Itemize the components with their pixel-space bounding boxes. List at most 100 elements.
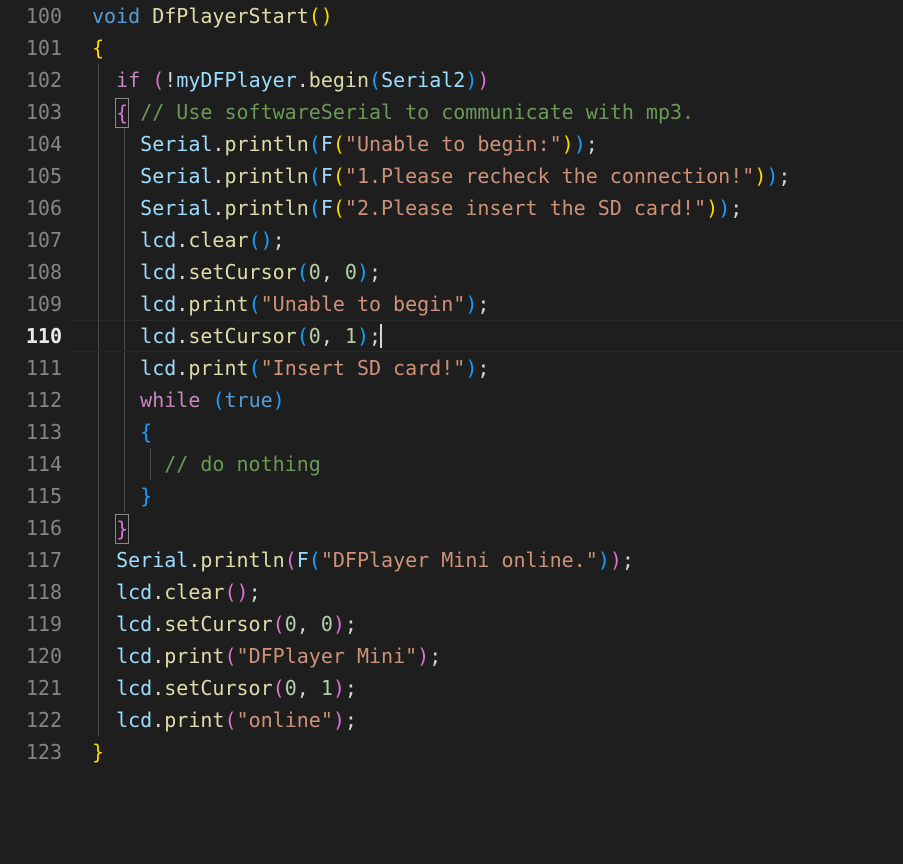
token-number: 0: [320, 612, 333, 636]
token-bracket: ): [356, 324, 369, 348]
token-bracket: ): [477, 68, 490, 92]
code-line[interactable]: 103 { // Use softwareSerial to communica…: [0, 96, 903, 128]
token-variable: lcd: [140, 356, 177, 380]
matching-bracket-close: }: [115, 514, 130, 544]
token-function: begin: [308, 68, 370, 92]
token-function: setCursor: [188, 324, 297, 348]
line-content: Serial.println(F("1.Please recheck the c…: [140, 164, 791, 188]
token-bracket: ): [332, 612, 345, 636]
code-line[interactable]: 113 {: [0, 416, 903, 448]
token-variable: F: [320, 132, 333, 156]
token-variable: Serial: [140, 164, 213, 188]
token-bracket: {: [92, 36, 105, 60]
token-function: print: [188, 292, 249, 316]
line-content: lcd.setCursor(0, 0);: [116, 612, 357, 636]
line-content: { // Use softwareSerial to communicate w…: [92, 96, 694, 128]
line-number: 104: [25, 132, 62, 156]
token-bracket: (: [308, 548, 321, 572]
code-line[interactable]: 120 lcd.print("DFPlayer Mini");: [0, 640, 903, 672]
token-bracket: ): [609, 548, 622, 572]
code-line[interactable]: 101 {: [0, 32, 903, 64]
token-variable: Serial2: [381, 68, 466, 92]
line-number-active: 110: [25, 324, 62, 348]
code-line[interactable]: 123 }: [0, 736, 903, 768]
line-content: void DfPlayerStart(): [92, 0, 333, 32]
line-number: 108: [25, 260, 62, 284]
token-string: "DFPlayer Mini": [236, 644, 418, 668]
line-content: lcd.print("online");: [116, 708, 357, 732]
token-bracket: ): [718, 196, 731, 220]
line-number: 107: [25, 228, 62, 252]
token-string: "Insert SD card!": [260, 356, 466, 380]
code-line[interactable]: 112 while (true): [0, 384, 903, 416]
code-line[interactable]: 100 void DfPlayerStart(): [0, 0, 903, 32]
line-content: // do nothing: [92, 448, 321, 480]
code-line[interactable]: 117 Serial.println(F("DFPlayer Mini onli…: [0, 544, 903, 576]
line-content: {: [92, 416, 152, 448]
code-line[interactable]: 107 lcd.clear();: [0, 224, 903, 256]
code-line[interactable]: 105 Serial.println(F("1.Please recheck t…: [0, 160, 903, 192]
line-number: 103: [25, 100, 62, 124]
token-bracket: (: [296, 260, 309, 284]
line-content: lcd.print("DFPlayer Mini");: [116, 644, 442, 668]
line-number: 112: [25, 388, 62, 412]
token-keyword: void: [92, 4, 141, 28]
line-number: 120: [25, 644, 62, 668]
code-line[interactable]: 109 lcd.print("Unable to begin");: [0, 288, 903, 320]
line-content: lcd.setCursor(0, 1);: [116, 676, 357, 700]
line-content: }: [92, 480, 152, 512]
token-function: setCursor: [164, 612, 273, 636]
code-line[interactable]: 116 }: [0, 512, 903, 544]
token-function: println: [224, 132, 309, 156]
code-line[interactable]: 118 lcd.clear();: [0, 576, 903, 608]
line-number: 114: [25, 452, 62, 476]
token-bracket: ): [597, 548, 610, 572]
line-content: Serial.println(F("Unable to begin:"));: [140, 132, 598, 156]
line-content: lcd.print("Unable to begin");: [140, 292, 490, 316]
token-bracket: ): [465, 356, 478, 380]
code-line[interactable]: 106 Serial.println(F("2.Please insert th…: [0, 192, 903, 224]
code-line[interactable]: 102 if (!myDFPlayer.begin(Serial2)): [0, 64, 903, 96]
line-content: }: [92, 512, 130, 544]
token-keyword: true: [224, 388, 273, 412]
token-function: DfPlayerStart: [152, 4, 309, 28]
code-line[interactable]: 108 lcd.setCursor(0, 0);: [0, 256, 903, 288]
token-function: setCursor: [188, 260, 297, 284]
token-number: 0: [284, 676, 297, 700]
token-bracket: (: [272, 612, 285, 636]
code-line[interactable]: 119 lcd.setCursor(0, 0);: [0, 608, 903, 640]
line-content: lcd.print("Insert SD card!");: [140, 356, 490, 380]
token-function: println: [224, 196, 309, 220]
code-line[interactable]: 111 lcd.print("Insert SD card!");: [0, 352, 903, 384]
token-function: print: [164, 644, 225, 668]
token-bracket: (: [296, 324, 309, 348]
token-bracket: (): [224, 580, 249, 604]
code-line[interactable]: 121 lcd.setCursor(0, 1);: [0, 672, 903, 704]
token-function: setCursor: [164, 676, 273, 700]
token-variable: lcd: [116, 676, 153, 700]
code-editor[interactable]: 100 void DfPlayerStart() 101 { 102 if (!…: [0, 0, 903, 774]
code-line[interactable]: 122 lcd.print("online");: [0, 704, 903, 736]
token-bracket: ): [561, 132, 574, 156]
line-number: 116: [25, 516, 62, 540]
line-number: 119: [25, 612, 62, 636]
line-content: lcd.setCursor(0, 0);: [140, 260, 382, 284]
token-function: clear: [164, 580, 225, 604]
code-line[interactable]: 115 }: [0, 480, 903, 512]
token-variable: lcd: [116, 708, 153, 732]
code-line[interactable]: 104 Serial.println(F("Unable to begin:")…: [0, 128, 903, 160]
token-number: 0: [284, 612, 297, 636]
line-number: 122: [25, 708, 62, 732]
token-function: print: [188, 356, 249, 380]
line-content: while (true): [92, 384, 285, 416]
token-string: "Unable to begin:": [344, 132, 562, 156]
code-line[interactable]: 114 // do nothing: [0, 448, 903, 480]
token-control: if: [116, 68, 141, 92]
line-content: {: [92, 32, 104, 64]
line-number: 105: [25, 164, 62, 188]
token-bracket: ): [272, 388, 285, 412]
line-number: 109: [25, 292, 62, 316]
token-variable: lcd: [140, 260, 177, 284]
code-line-active[interactable]: 110 lcd.setCursor(0, 1);: [0, 320, 903, 352]
token-bracket: ): [332, 708, 345, 732]
